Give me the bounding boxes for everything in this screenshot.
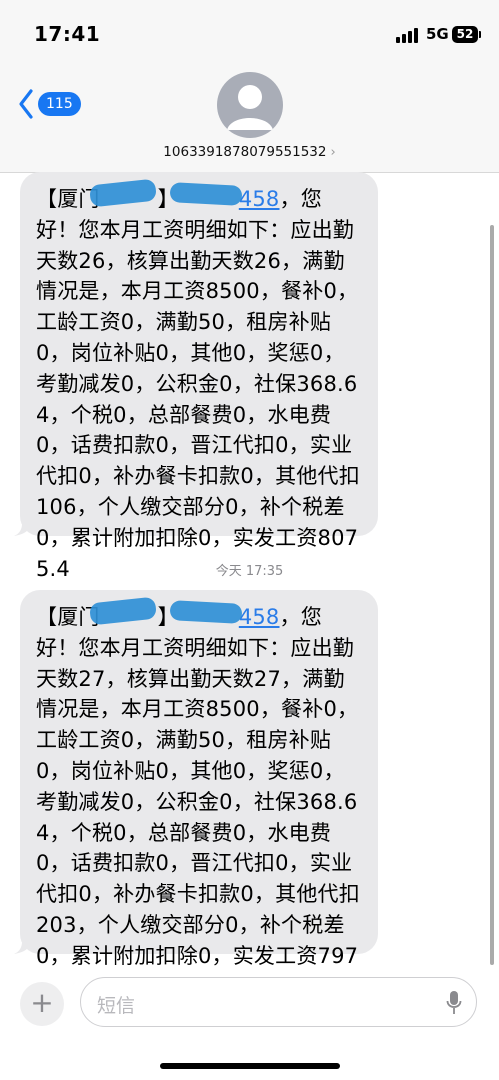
redaction-scribble xyxy=(89,178,157,208)
message-input-placeholder: 短信 xyxy=(97,995,136,1017)
contact-detail-chevron-icon: › xyxy=(330,145,336,160)
redaction-scribble xyxy=(169,182,243,206)
bubble-tail xyxy=(14,934,34,954)
contact-number: 1063391878079551532 xyxy=(163,144,327,160)
status-time: 17:41 xyxy=(34,22,101,46)
scrollbar[interactable] xyxy=(490,225,494,965)
redaction-scribble xyxy=(89,596,157,626)
message-body: 您本月工资明细如下：应出勤天数27，核算出勤天数27，满勤情况是，本月工资850… xyxy=(36,635,360,999)
contact-name[interactable]: 1063391878079551532 › xyxy=(0,144,499,160)
status-bar: 17:41 5G 52 xyxy=(0,0,499,60)
battery-icon: 52 xyxy=(452,26,481,43)
message-body: 您本月工资明细如下：应出勤天数26，核算出勤天数26，满勤情况是，本月工资850… xyxy=(36,217,360,581)
message-input[interactable]: 短信 xyxy=(80,977,477,1027)
redaction-scribble xyxy=(169,600,243,624)
plus-icon[interactable]: + xyxy=(20,982,64,1026)
network-type: 5G xyxy=(426,25,449,43)
back-button[interactable]: 115 xyxy=(18,88,88,120)
bubble-tail xyxy=(14,516,34,536)
contact-avatar-icon[interactable] xyxy=(217,72,283,138)
microphone-icon[interactable] xyxy=(446,990,462,1016)
home-indicator xyxy=(160,1063,340,1069)
conversation-header: 115 1063391878079551532 › xyxy=(0,60,499,173)
message-timestamp: 今天 17:35 xyxy=(215,564,284,579)
message-bubble[interactable]: 【厦门】 458，您好！您本月工资明细如下：应出勤天数26，核算出勤天数26，满勤… xyxy=(14,172,378,581)
phone-link-tail: 458 xyxy=(238,187,280,211)
message-bubble[interactable]: 【厦门】 458，您好！您本月工资明细如下：应出勤天数27，核算出勤天数27，满勤… xyxy=(14,590,378,999)
back-chevron-icon xyxy=(19,89,33,119)
unread-count-badge: 115 xyxy=(38,92,81,116)
cellular-signal-icon xyxy=(396,27,420,43)
phone-link-tail: 458 xyxy=(238,605,280,629)
